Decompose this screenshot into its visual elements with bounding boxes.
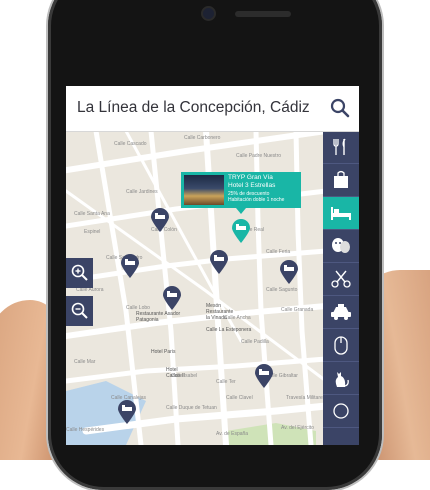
hotel-pin[interactable] [163, 286, 181, 310]
category-taxi[interactable] [323, 296, 359, 329]
category-entertainment[interactable] [323, 230, 359, 263]
category-restaurants[interactable] [323, 131, 359, 164]
hotel-pin[interactable] [255, 364, 273, 388]
svg-text:Calle Jardines: Calle Jardines [126, 189, 158, 195]
pet-icon [335, 372, 349, 387]
phone-screen: Calle Cascado Calle Carbonero Calle Sant… [66, 86, 359, 445]
svg-text:Calle Granada: Calle Granada [281, 307, 313, 313]
front-camera [203, 8, 214, 19]
svg-text:la Vinada: la Vinada [206, 315, 227, 321]
category-more[interactable] [323, 395, 359, 428]
zoom-out-button[interactable] [66, 296, 93, 326]
hotel-pin[interactable] [210, 250, 228, 274]
search-icon[interactable] [330, 98, 350, 118]
more-icon [333, 403, 349, 419]
category-hotels[interactable] [323, 197, 359, 230]
theater-masks-icon [332, 238, 350, 253]
zoom-out-icon [71, 302, 88, 319]
hotel-bed-icon [331, 207, 351, 220]
callout-title-line2: Hotel 3 Estrellas [228, 182, 276, 189]
callout-title-line1: TRYP Gran Vía [228, 174, 273, 181]
svg-text:Calle Ancha: Calle Ancha [224, 315, 251, 321]
hotel-pin[interactable] [118, 400, 136, 424]
svg-text:Hotel Paris: Hotel Paris [151, 349, 176, 355]
svg-text:Calle Mar: Calle Mar [74, 359, 96, 365]
hotel-pin[interactable] [151, 208, 169, 232]
svg-text:Patagonia: Patagonia [136, 317, 159, 323]
svg-text:Calle Duque de Tetuan: Calle Duque de Tetuan [166, 405, 217, 411]
svg-text:Calle Padre Nuestro: Calle Padre Nuestro [236, 153, 281, 159]
hotel-pin[interactable] [121, 254, 139, 278]
shopping-bag-icon [334, 170, 348, 188]
svg-text:Calle Clavel: Calle Clavel [226, 395, 253, 401]
callout-offer: 25% de descuento Habitación doble 1 noch… [228, 191, 284, 203]
callout-title: TRYP Gran Vía Hotel 3 Estrellas [228, 174, 275, 190]
svg-text:Calle La Esteponera: Calle La Esteponera [206, 327, 252, 333]
zoom-in-icon [71, 264, 88, 281]
category-pets[interactable] [323, 362, 359, 395]
category-computers[interactable] [323, 329, 359, 362]
svg-text:Calle Feria: Calle Feria [266, 249, 290, 255]
svg-text:Travesía Militares: Travesía Militares [286, 395, 326, 401]
svg-text:Av. de España: Av. de España [216, 431, 248, 437]
svg-text:Calle Carbonero: Calle Carbonero [184, 135, 221, 141]
selected-hotel-pin[interactable] [232, 219, 250, 243]
callout-offer-text: Habitación doble 1 noche [228, 197, 285, 203]
svg-text:Calle Sagunto: Calle Sagunto [266, 287, 298, 293]
hotel-thumbnail [184, 175, 224, 205]
svg-text:Av. del Ejército: Av. del Ejército [281, 425, 314, 431]
svg-text:Calle Ter: Calle Ter [216, 379, 236, 385]
search-bar[interactable]: La Línea de la Concepción, Cádiz [66, 86, 359, 132]
restaurant-icon [333, 138, 346, 155]
zoom-in-button[interactable] [66, 258, 93, 288]
mouse-icon [334, 336, 348, 355]
svg-text:Calle Santa Ana: Calle Santa Ana [74, 211, 110, 217]
svg-text:Carlos II: Carlos II [166, 373, 185, 379]
search-input[interactable]: La Línea de la Concepción, Cádiz [77, 99, 310, 117]
earpiece-speaker [235, 11, 291, 17]
beauty-scissors-icon [331, 270, 351, 288]
svg-text:Calle Padilla: Calle Padilla [241, 339, 269, 345]
category-shopping[interactable] [323, 164, 359, 197]
callout-pointer [236, 208, 246, 214]
svg-text:Espinel: Espinel [84, 229, 100, 235]
taxi-icon [331, 304, 351, 320]
category-beauty[interactable] [323, 263, 359, 296]
category-sidebar [323, 131, 359, 445]
svg-text:Calle Hespérides: Calle Hespérides [66, 427, 105, 433]
svg-text:Calle Cascado: Calle Cascado [114, 141, 147, 147]
hotel-pin[interactable] [280, 260, 298, 284]
hotel-callout[interactable]: TRYP Gran Vía Hotel 3 Estrellas 25% de d… [181, 172, 301, 208]
